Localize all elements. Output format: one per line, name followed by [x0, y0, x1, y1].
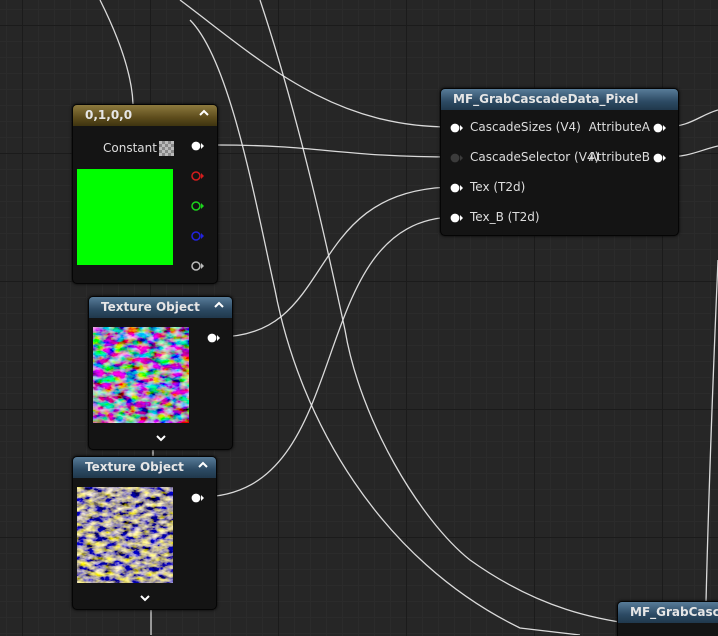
tex-b-input-label: Tex_B (T2d) [470, 210, 540, 224]
constant-output-label: Constant [103, 141, 157, 155]
grab-cascade-data-node[interactable]: MF_GrabCascadeData_Pixel CascadeSizes (V… [440, 88, 679, 236]
texture-object-node[interactable]: Texture Object [72, 456, 217, 610]
texture-preview-image [77, 487, 173, 583]
wire [179, 0, 451, 128]
grab-cascade-node-header[interactable]: MF_GrabCascadeData_Pixel [618, 602, 718, 623]
texture-object-node-header[interactable]: Texture Object [73, 457, 216, 478]
texture-object-node-title: Texture Object [101, 300, 200, 314]
attribute-b-output-pin[interactable] [653, 153, 667, 163]
cascade-selector-input-label: CascadeSelector (V4) [470, 150, 600, 164]
constant-node[interactable]: 0,1,0,0 Constant [72, 104, 218, 284]
texture-output-pin[interactable] [191, 493, 205, 503]
cascade-selector-input-pin[interactable] [450, 153, 464, 163]
wire [217, 144, 457, 158]
red-channel-pin[interactable] [191, 171, 205, 181]
chevron-down-icon[interactable] [155, 433, 167, 443]
tex-input-pin[interactable] [450, 183, 464, 193]
grab-cascade-node-title: MF_GrabCascadeData_Pixel [453, 92, 639, 106]
grab-cascade-data-node-partial[interactable]: MF_GrabCascadeData_Pixel [617, 601, 718, 636]
checker-icon [159, 141, 174, 156]
chevron-down-icon[interactable] [139, 593, 151, 603]
attribute-a-output-pin[interactable] [653, 123, 667, 133]
tex-input-label: Tex (T2d) [470, 180, 526, 194]
blue-channel-pin[interactable] [191, 231, 205, 241]
texture-output-pin[interactable] [207, 333, 221, 343]
grab-cascade-node-header[interactable]: MF_GrabCascadeData_Pixel [441, 89, 678, 110]
constant-output-pin[interactable] [191, 141, 205, 151]
green-channel-pin[interactable] [191, 201, 205, 211]
constant-node-header[interactable]: 0,1,0,0 [73, 105, 217, 126]
chevron-up-icon[interactable] [198, 107, 210, 119]
chevron-up-icon[interactable] [197, 459, 209, 471]
constant-color-preview [77, 169, 173, 265]
wire [199, 216, 457, 498]
wire [99, 0, 134, 105]
attribute-b-output-label: AttributeB [588, 150, 650, 164]
texture-object-node-header[interactable]: Texture Object [89, 297, 232, 318]
attribute-a-output-label: AttributeA [588, 120, 650, 134]
tex-b-input-pin[interactable] [450, 213, 464, 223]
wire [705, 259, 718, 603]
texture-object-node[interactable]: Texture Object [88, 296, 233, 450]
grab-cascade-node-title: MF_GrabCascadeData_Pixel [630, 605, 718, 619]
cascade-sizes-input-label: CascadeSizes (V4) [470, 120, 581, 134]
cascade-sizes-input-pin[interactable] [450, 123, 464, 133]
alpha-channel-pin[interactable] [191, 261, 205, 271]
constant-node-title: 0,1,0,0 [85, 108, 133, 122]
texture-preview-image [93, 327, 189, 423]
chevron-up-icon[interactable] [213, 299, 225, 311]
texture-object-node-title: Texture Object [85, 460, 184, 474]
wire [217, 186, 457, 338]
